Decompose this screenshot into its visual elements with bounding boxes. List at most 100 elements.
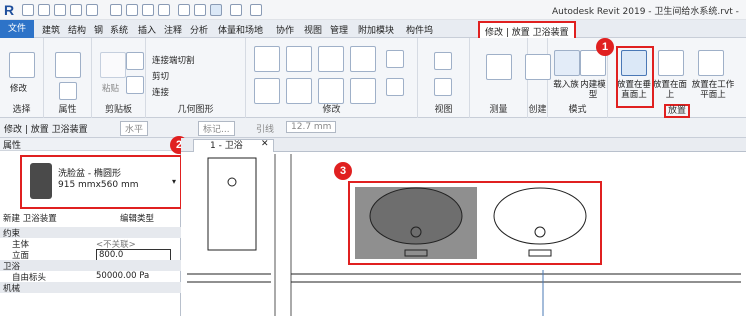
undo-icon[interactable] [70,4,82,16]
tab-file[interactable]: 文件 [0,20,34,38]
text-qat-icon[interactable] [158,4,170,16]
new-instance-label[interactable]: 新建 卫浴装置 [3,214,57,224]
modify-label: 修改 [10,84,28,94]
match-properties-icon[interactable] [126,76,144,94]
mechanical-section[interactable]: 机械 [0,282,181,294]
tab-manage[interactable]: 管理 [330,23,348,36]
type-selector-highlight [20,155,182,209]
cut-tool[interactable]: 剪切 [152,70,169,82]
place-on-face-label[interactable]: 放置在面上 [650,80,690,100]
tag-qat-icon[interactable] [142,4,154,16]
callout-badge-3: 3 [334,162,352,180]
mirror-axis-icon[interactable] [318,46,344,72]
placement-vertical-highlight [616,46,654,108]
measure-panel: 测量 [470,38,528,118]
create-panel: 创建 [525,38,551,118]
geometry-panel: 连接端切割 剪切 连接 几何图形 [146,38,246,118]
delete-icon[interactable] [386,78,404,96]
tab-component-dock[interactable]: 构件坞 [406,23,433,36]
switch-windows-icon[interactable] [230,4,242,16]
place-workplane-icon[interactable] [698,50,724,76]
modify-cursor-icon[interactable] [9,52,35,78]
leader-checkbox[interactable]: 引线 [256,122,274,135]
edit-type-button[interactable]: 编辑类型 [120,212,154,224]
plan-view-drawing [187,154,741,316]
measure-icon[interactable] [486,54,512,80]
plumbing-section[interactable]: 卫浴 [0,260,181,272]
redo-icon[interactable] [86,4,98,16]
tab-view[interactable]: 视图 [304,23,322,36]
load-family-icon[interactable] [554,50,580,76]
fixture-param: 自由标头 50000.00 Pa [0,271,181,283]
dimension-qat-icon[interactable] [126,4,138,16]
copy-icon[interactable] [126,52,144,70]
join-tool[interactable]: 连接 [152,86,169,98]
instance-selector: 新建 卫浴装置 编辑类型 [0,212,181,225]
offset-icon[interactable] [286,46,312,72]
view-panel: 视图 [418,38,470,118]
align-icon[interactable] [254,46,280,72]
trim-icon[interactable] [350,78,376,104]
drawing-canvas[interactable] [181,152,746,316]
measure-panel-label: 测量 [489,105,508,115]
split-icon[interactable] [386,50,404,68]
view-tab-bar: 1 - 卫浴 ✕ [181,138,746,152]
properties-panel: 属性 [44,38,92,118]
line-basin [493,187,587,245]
properties-header: 属性 [0,138,180,151]
options-context-label: 修改 | 放置 卫浴装置 [4,125,88,135]
place-workplane-label[interactable]: 放置在工作平面上 [690,80,736,100]
tab-massing-site[interactable]: 体量和场地 [218,23,263,36]
close-icon[interactable]: ✕ [261,139,269,149]
place-on-face-icon[interactable] [658,50,684,76]
section-icon[interactable] [194,4,206,16]
select-panel-label[interactable]: 选择 [0,102,43,115]
ribbon: 修改 选择 属性 粘贴 剪贴板 连接端切割 剪切 连接 几何图形 修改 视图 测… [0,38,746,118]
open-icon[interactable] [22,4,34,16]
tab-architecture[interactable]: 建筑 [42,23,60,36]
tab-analyze[interactable]: 分析 [190,23,208,36]
options-bar: 修改 | 放置 卫浴装置 水平 标记... 引线 12.7 mm [0,118,746,138]
constraints-section[interactable]: 约束 [0,227,181,239]
rotate-icon[interactable] [318,78,344,104]
leader-length-input[interactable]: 12.7 mm [286,121,337,133]
measure-qat-icon[interactable] [110,4,122,16]
thin-lines-icon[interactable] [210,4,222,16]
revit-logo-icon[interactable]: R [4,2,18,18]
properties-icon[interactable] [55,52,81,78]
load-family-label: 载入族 [553,80,579,90]
tab-annotate[interactable]: 注释 [164,23,182,36]
tag-button[interactable]: 标记... [198,121,235,136]
move-icon[interactable] [254,78,280,104]
tab-addins[interactable]: 附加模块 [358,23,394,36]
select-panel: 修改 选择 [0,38,44,118]
copy-element-icon[interactable] [286,78,312,104]
fixture-value[interactable]: 50000.00 Pa [96,271,149,281]
properties-panel-label: 属性 [58,105,77,115]
cope-tool[interactable]: 连接端切割 [152,54,195,66]
tab-systems[interactable]: 系统 [110,23,128,36]
customize-qat-icon[interactable] [250,4,262,16]
placement-panel-label: 放置 [664,104,690,118]
drain-circle [227,177,237,187]
create-panel-label: 创建 [528,105,547,115]
mirror-draw-icon[interactable] [350,46,376,72]
type-properties-icon[interactable] [59,82,77,100]
paste-icon[interactable] [100,52,126,78]
geometry-panel-label: 几何图形 [177,105,214,115]
save-icon[interactable] [38,4,50,16]
model-inplace-label: 内建模型 [580,80,606,100]
fixture-outline [207,157,257,251]
3d-view-icon[interactable] [178,4,190,16]
tab-structure[interactable]: 结构 [68,23,86,36]
mode-panel-label: 模式 [568,105,587,115]
modify-panel-label: 修改 [322,105,341,115]
tab-steel[interactable]: 钢 [94,23,103,36]
override-graphics-icon[interactable] [434,78,452,96]
hide-icon[interactable] [434,52,452,70]
tab-insert[interactable]: 插入 [138,23,156,36]
sync-icon[interactable] [54,4,66,16]
tab-collaborate[interactable]: 协作 [276,23,294,36]
elevation-param: 立面 800.0 [0,249,181,261]
orientation-select[interactable]: 水平 [120,121,149,136]
